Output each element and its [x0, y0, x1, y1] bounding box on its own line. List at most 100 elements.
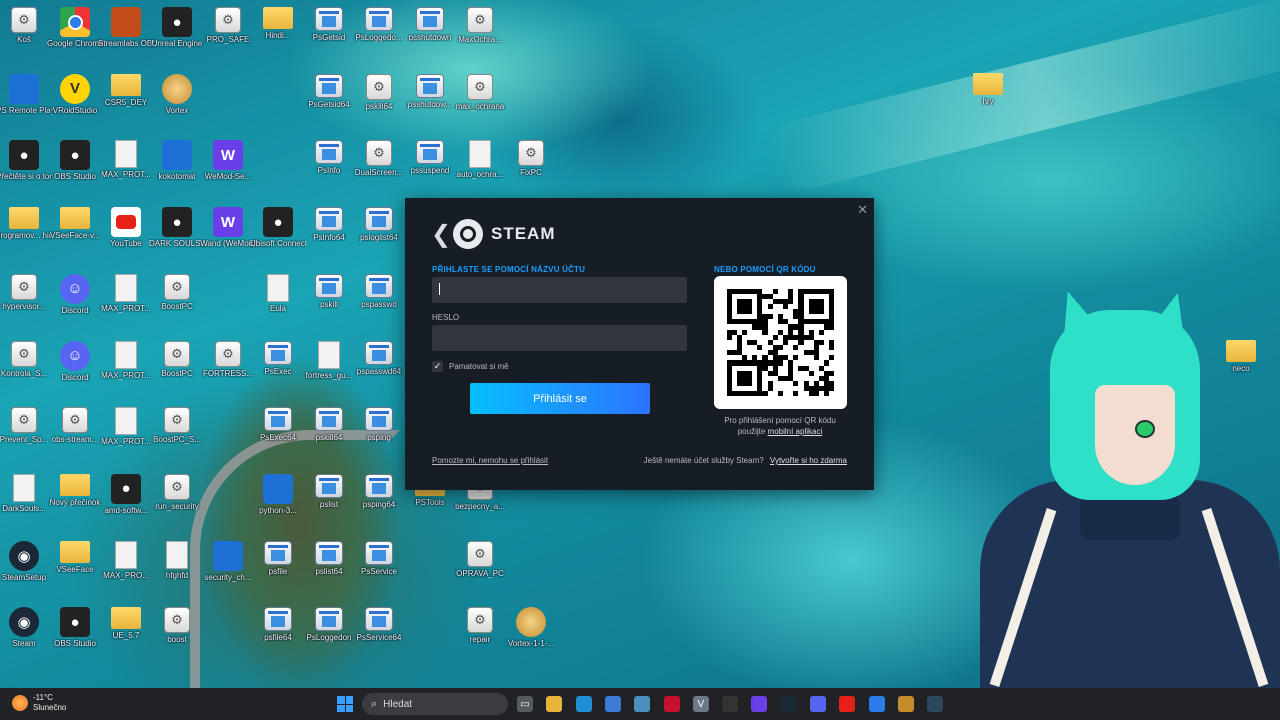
desktop-icon[interactable]: pskill64: [303, 407, 355, 465]
mobile-app-link[interactable]: mobilní aplikaci: [768, 427, 823, 436]
desktop-icon[interactable]: ⚙ BoostPC: [151, 273, 203, 332]
account-name-input[interactable]: [432, 277, 687, 303]
desktop-icon[interactable]: pslist: [303, 473, 355, 532]
desktop-icon[interactable]: kokotomat: [151, 140, 203, 198]
desktop-icon[interactable]: ⚙ PRO_SAFE: [202, 7, 254, 65]
taskbar-search[interactable]: ⌕ Hledat: [362, 693, 508, 715]
wand-icon[interactable]: [751, 696, 768, 712]
desktop-icon[interactable]: YouTube: [100, 207, 152, 265]
desktop-icon[interactable]: W WeMod-Se...: [202, 140, 254, 198]
back-icon[interactable]: ❮: [431, 220, 451, 249]
desktop-icon[interactable]: DarkSouls...: [0, 473, 50, 532]
desktop-icon[interactable]: PsInfo: [303, 140, 355, 198]
desktop-icon[interactable]: Eula: [252, 273, 304, 332]
store-icon[interactable]: [604, 696, 621, 712]
weather-widget[interactable]: -11°C Slunečno: [12, 693, 66, 713]
desktop-icon[interactable]: ◉ SteamSetup: [0, 540, 50, 599]
remember-me-checkbox[interactable]: ✓ Pamatovat si mě: [432, 361, 509, 372]
desktop-icon[interactable]: VSeeFace-v...: [49, 207, 101, 265]
vortex-taskbar-icon[interactable]: [897, 696, 914, 712]
desktop-icon[interactable]: psloglist64: [353, 207, 405, 265]
desktop-icon[interactable]: ●Přečtěte si o tomto: [0, 140, 52, 198]
desktop-icon[interactable]: ● DARK SOULS...: [149, 207, 205, 265]
desktop-icon[interactable]: ⚙ run_security: [151, 473, 203, 532]
desktop-icon[interactable]: fortress_gu...: [303, 340, 355, 399]
desktop-icon[interactable]: psshutdow...: [404, 73, 456, 132]
desktop-icon[interactable]: PsExec64: [252, 407, 304, 465]
desktop-icon[interactable]: W Wand (WeMod): [200, 207, 256, 265]
desktop-icon[interactable]: MAX_PROT...: [100, 140, 152, 198]
desktop-icon[interactable]: hfghfd: [151, 540, 203, 599]
desktop-icon[interactable]: pslist64: [303, 540, 355, 599]
password-input[interactable]: [432, 325, 687, 351]
desktop-icon[interactable]: Vortex-1-1-...: [505, 607, 557, 665]
desktop-icon[interactable]: PsExec: [252, 340, 304, 399]
desktop-icon[interactable]: UE_5.7: [100, 607, 152, 665]
desktop-icon[interactable]: python-3...: [252, 473, 304, 532]
desktop-icon[interactable]: MAX_PROT...: [100, 407, 152, 465]
desktop-icon[interactable]: ● Ubisoft Connect: [250, 207, 306, 265]
desktop-icon[interactable]: hry: [962, 73, 1014, 131]
desktop-icon[interactable]: Hindi...: [252, 7, 304, 65]
desktop-icon[interactable]: auto_ochra...: [454, 140, 506, 198]
steam-taskbar-icon[interactable]: [780, 696, 797, 712]
desktop-icon[interactable]: psping64: [353, 473, 405, 532]
edge-icon[interactable]: [575, 696, 592, 712]
task-view-icon[interactable]: ▭: [517, 696, 533, 712]
app-icon[interactable]: [634, 696, 651, 712]
desktop-icon[interactable]: Vortex: [151, 73, 203, 132]
desktop-icon[interactable]: ⚙ boost: [151, 607, 203, 665]
desktop-icon[interactable]: CSR5_DEY: [100, 73, 152, 132]
desktop-icon[interactable]: ⚙ OPRAVA_PC: [454, 540, 506, 599]
create-account-link[interactable]: Vytvořte si ho zdarma: [770, 456, 847, 465]
desktop-icon[interactable]: ⚙ BoostPC_S...: [151, 407, 203, 465]
sign-in-button[interactable]: Přihlásit se: [470, 383, 650, 414]
desktop-icon[interactable]: PS Remote Play: [0, 73, 52, 132]
desktop-icon[interactable]: ⚙ MaxOchra...: [454, 7, 506, 65]
desktop-icon[interactable]: psfile64: [252, 607, 304, 665]
desktop-icon[interactable]: ⚙ repair: [454, 607, 506, 665]
desktop-icon[interactable]: VSeeFace: [49, 540, 101, 599]
windows-start-icon[interactable]: [337, 696, 353, 712]
chrome-taskbar-icon[interactable]: [868, 696, 885, 712]
desktop-icon[interactable]: ● OBS Studio: [49, 607, 101, 665]
desktop-icon[interactable]: PsInfo64: [303, 207, 355, 265]
desktop-icon[interactable]: psshutdown: [404, 7, 456, 65]
desktop-icon[interactable]: PsGetsid: [303, 7, 355, 65]
desktop-icon[interactable]: ⚙ Prevent_Sp...: [0, 407, 50, 465]
desktop-icon[interactable]: psping: [353, 407, 405, 465]
desktop-icon[interactable]: pssuspend: [404, 140, 456, 198]
desktop-icon[interactable]: ● OBS Studio: [49, 140, 101, 198]
discord-taskbar-icon[interactable]: [810, 696, 826, 712]
desktop-icon[interactable]: ☺ Discord: [49, 273, 101, 332]
desktop-icon[interactable]: ◉ Steam: [0, 607, 50, 665]
obs-icon[interactable]: [722, 696, 739, 712]
desktop-icon[interactable]: ⚙ Kontrola_S...: [0, 340, 50, 399]
desktop-icon[interactable]: PsGetsid64: [303, 73, 355, 132]
desktop-icon[interactable]: ⚙ DualScreen...: [353, 140, 405, 198]
desktop-icon[interactable]: programov... hier: [0, 207, 52, 265]
desktop-icon[interactable]: MAX_PROT...: [100, 340, 152, 399]
amd-icon[interactable]: [663, 696, 680, 712]
desktop-icon[interactable]: ⚙ max_ochrana: [454, 73, 506, 132]
help-sign-in-link[interactable]: Pomozte mi, nemohu se přihlásit: [432, 456, 548, 465]
youtube-taskbar-icon[interactable]: [839, 696, 856, 712]
desktop-icon[interactable]: pspasswd: [353, 273, 405, 332]
desktop-icon[interactable]: security_ch...: [202, 540, 254, 599]
desktop-icon[interactable]: ⚙ FORTRESS...: [202, 340, 254, 399]
desktop-icon[interactable]: MAX_PRO...: [100, 540, 152, 599]
desktop-icon[interactable]: ● Unreal Engine: [151, 7, 203, 65]
desktop-icon[interactable]: Google Chrome: [47, 7, 103, 65]
vroid-icon[interactable]: V: [692, 696, 709, 712]
desktop-icon[interactable]: ⚙ Koš: [0, 7, 50, 65]
desktop-icon[interactable]: MAX_PROT...: [100, 273, 152, 332]
desktop-icon[interactable]: psfile: [252, 540, 304, 599]
desktop-icon[interactable]: pspasswd64: [353, 340, 405, 399]
steam-active-icon[interactable]: [927, 696, 944, 712]
desktop-icon[interactable]: ☺ Discord: [49, 340, 101, 399]
desktop-icon[interactable]: ⚙ hypervisor...: [0, 273, 50, 332]
desktop-icon[interactable]: ⚙ obs-stream...: [49, 407, 101, 465]
desktop-icon[interactable]: Nový přečinok: [49, 473, 101, 532]
desktop-icon[interactable]: ⚙ FixPC: [505, 140, 557, 198]
desktop-icon[interactable]: V VRoidStudio: [49, 73, 101, 132]
